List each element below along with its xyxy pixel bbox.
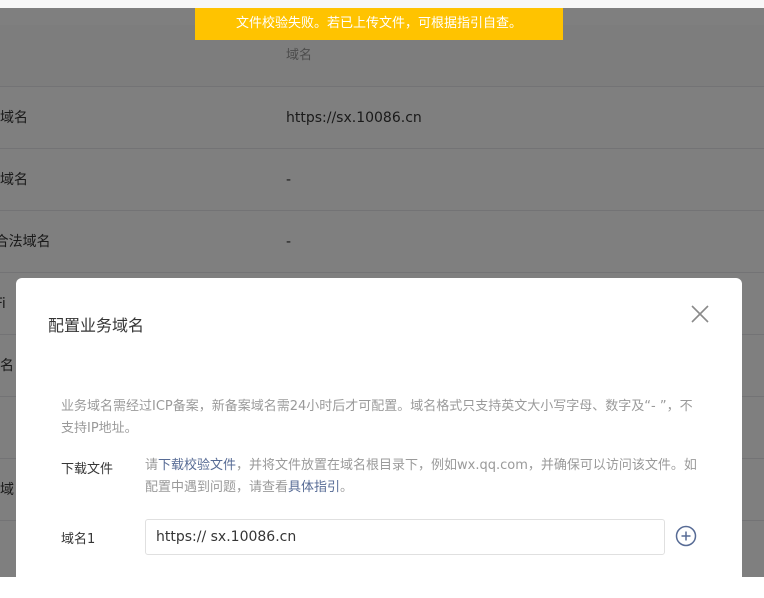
download-file-label: 下载文件	[61, 462, 114, 477]
close-button[interactable]	[688, 302, 712, 326]
download-instructions: 请下载校验文件，并将文件放置在域名根目录下，例如wx.qq.com，并确保可以访…	[145, 455, 705, 499]
dialog-title: 配置业务域名	[48, 316, 145, 335]
error-toast: 文件校验失败。若已上传文件，可根据指引自查。	[195, 8, 563, 40]
add-domain-button[interactable]	[674, 524, 698, 548]
domain-rules-notice: 业务域名需经过ICP备案，新备案域名需24小时后才可配置。域名格式只支持英文大小…	[61, 399, 693, 436]
close-icon	[691, 305, 709, 323]
download-prefix: 请	[145, 458, 159, 473]
domain-1-label: 域名1	[61, 532, 96, 547]
top-strip	[0, 0, 764, 8]
download-verify-file-link[interactable]: 下载校验文件	[158, 458, 236, 473]
plus-circle-icon	[675, 525, 697, 547]
configure-domain-dialog: 配置业务域名 业务域名需经过ICP备案，新备案域名需24小时后才可配置。域名格式…	[16, 278, 742, 598]
domain-1-input[interactable]	[145, 519, 665, 555]
guide-link[interactable]: 具体指引	[288, 480, 340, 495]
download-suffix: 。	[340, 480, 354, 495]
